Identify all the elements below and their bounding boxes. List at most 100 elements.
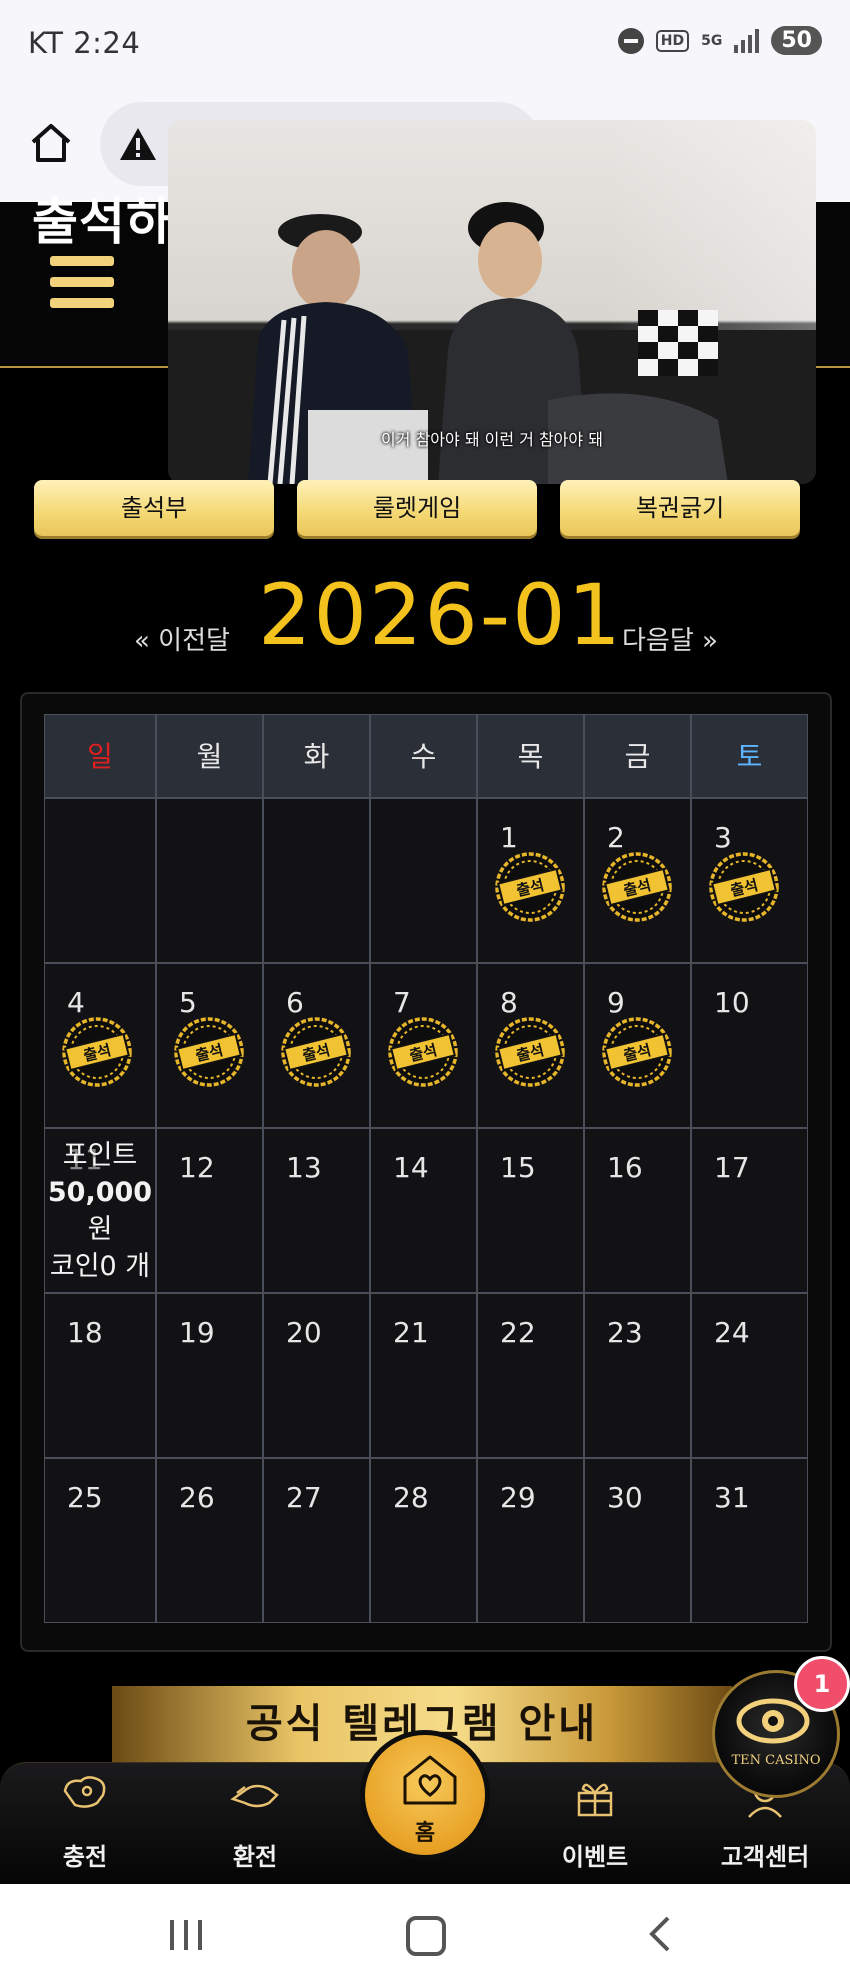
current-month: 2026-01 [258,566,623,664]
nav-home-label: 홈 [414,1821,436,1846]
calendar-day-cell[interactable]: 26 [156,1458,263,1623]
notification-badge: 1 [794,1656,850,1712]
calendar-day-cell[interactable]: 20 [263,1293,370,1458]
calendar-day-cell[interactable]: 5 출석 [156,963,263,1128]
nav-event[interactable]: 이벤트 [535,1769,655,1872]
nav-event-label: 이벤트 [561,1843,629,1871]
bonus-point-unit: 원 [87,1214,113,1245]
nav-home[interactable]: 홈 [360,1730,490,1860]
attendance-stamp-icon: 출석 [62,1017,132,1087]
day-number: 10 [714,986,750,1019]
day-number: 20 [286,1316,322,1349]
calendar-day-cell[interactable]: 12 [156,1128,263,1293]
calendar-day-cell[interactable]: 6 출석 [263,963,370,1128]
tab-attendance[interactable]: 출석부 [34,480,274,536]
bonus-point-value: 50,000 [47,1177,153,1208]
weekday-thu: 목 [477,714,584,798]
nav-deposit-label: 충전 [62,1843,108,1871]
calendar-day-cell[interactable]: 15 [477,1128,584,1293]
next-month-link[interactable]: 다음달 » [622,620,718,657]
calendar-day-cell[interactable]: 23 [584,1293,691,1458]
attendance-stamp-icon: 출석 [602,1017,672,1087]
android-home-icon[interactable] [406,1916,446,1956]
nav-withdraw[interactable]: 환전 [195,1769,315,1872]
calendar-day-cell[interactable]: 28 [370,1458,477,1623]
calendar-day-cell[interactable]: 11 포인트 50,000 원 코인0 개 [44,1128,156,1293]
calendar-day-cell[interactable]: 13 [263,1128,370,1293]
deposit-icon [63,1776,106,1808]
weekday-fri: 금 [584,714,691,798]
battery-icon: 50 [771,26,822,55]
day-number: 28 [393,1481,429,1514]
calendar-day-cell[interactable]: 3 출석 [691,798,808,963]
calendar-weekday-header: 일 월 화 수 목 금 토 [44,714,808,798]
attendance-stamp-icon: 출석 [388,1017,458,1087]
calendar-week-row: 25 26 27 28 29 30 31 [44,1458,808,1623]
calendar-day-cell[interactable]: 17 [691,1128,808,1293]
day-number: 14 [393,1151,429,1184]
attendance-stamp-icon: 출석 [602,852,672,922]
calendar-day-cell[interactable]: 7 출석 [370,963,477,1128]
gift-icon [577,1783,613,1817]
calendar-week-row: 18 19 20 21 22 23 24 [44,1293,808,1458]
bonus-coin-label: 코인0 개 [49,1251,151,1282]
nav-deposit[interactable]: 충전 [25,1769,145,1872]
calendar-day-cell[interactable]: 29 [477,1458,584,1623]
day-number: 18 [67,1316,103,1349]
calendar-day-cell[interactable]: 1 출석 [477,798,584,963]
calendar-day-cell[interactable]: 19 [156,1293,263,1458]
warning-icon[interactable] [118,124,158,164]
day-number: 30 [607,1481,643,1514]
day-number: 23 [607,1316,643,1349]
day-number: 29 [500,1481,536,1514]
tab-lottery[interactable]: 복권긁기 [560,480,800,536]
day-number: 17 [714,1151,750,1184]
calendar-day-cell[interactable]: 4 출석 [44,963,156,1128]
status-icons: HD 5G 50 [617,26,822,55]
calendar-empty-cell [156,798,263,963]
menu-icon[interactable] [50,256,114,310]
calendar-day-cell[interactable]: 31 [691,1458,808,1623]
casino-logo-text: TEN CASINO [731,1753,821,1768]
calendar-week-row: 1 출석 2 출석 3 출석 [44,798,808,963]
back-icon[interactable] [648,1914,672,1954]
calendar-day-cell[interactable]: 30 [584,1458,691,1623]
calendar-day-cell[interactable]: 10 [691,963,808,1128]
calendar-day-cell[interactable]: 25 [44,1458,156,1623]
calendar-day-cell[interactable]: 8 출석 [477,963,584,1128]
calendar-day-cell[interactable]: 24 [691,1293,808,1458]
day-number: 24 [714,1316,750,1349]
weekday-tue: 화 [263,714,370,798]
calendar-empty-cell [44,798,156,963]
calendar-day-cell[interactable]: 27 [263,1458,370,1623]
recent-apps-icon[interactable] [170,1920,202,1950]
calendar-day-cell[interactable]: 16 [584,1128,691,1293]
hd-voice-icon: HD [655,29,690,52]
calendar-day-cell[interactable]: 14 [370,1128,477,1293]
calendar-empty-cell [263,798,370,963]
calendar-day-cell[interactable]: 18 [44,1293,156,1458]
nav-withdraw-label: 환전 [232,1843,278,1871]
calendar-empty-cell [370,798,477,963]
tab-roulette[interactable]: 룰렛게임 [297,480,537,536]
calendar-day-cell[interactable]: 22 [477,1293,584,1458]
floating-video[interactable]: 이거 참아야 돼 이런 거 참아야 돼 [168,120,816,484]
browser-home-icon[interactable] [28,120,74,166]
day-number: 15 [500,1151,536,1184]
day-number: 19 [179,1316,215,1349]
prev-month-link[interactable]: « 이전달 [134,620,230,657]
weekday-wed: 수 [370,714,477,798]
weekday-mon: 월 [156,714,263,798]
calendar-day-cell[interactable]: 9 출석 [584,963,691,1128]
calendar-week-row: 11 포인트 50,000 원 코인0 개 12 13 14 15 16 17 [44,1128,808,1293]
day-number: 25 [67,1481,103,1514]
status-bar: KT 2:24 HD 5G 50 [0,0,850,90]
attendance-stamp-icon: 출석 [709,852,779,922]
calendar-day-cell[interactable]: 2 출석 [584,798,691,963]
calendar-body: 1 출석 2 출석 3 출석 4 출석 5 출석 6 출석 7 출석 8 출석 9 출석 10 11 포인트 50,000… [44,798,808,1623]
calendar-grid: 일 월 화 수 목 금 토 1 출석 2 출석 3 출석 4 출석 5 출석 6 출석 7 출석 8 출석 9 출… [44,714,808,1623]
nav-support-label: 고객센터 [720,1843,810,1871]
day-number: 12 [179,1151,215,1184]
do-not-disturb-icon [617,27,644,54]
calendar-day-cell[interactable]: 21 [370,1293,477,1458]
